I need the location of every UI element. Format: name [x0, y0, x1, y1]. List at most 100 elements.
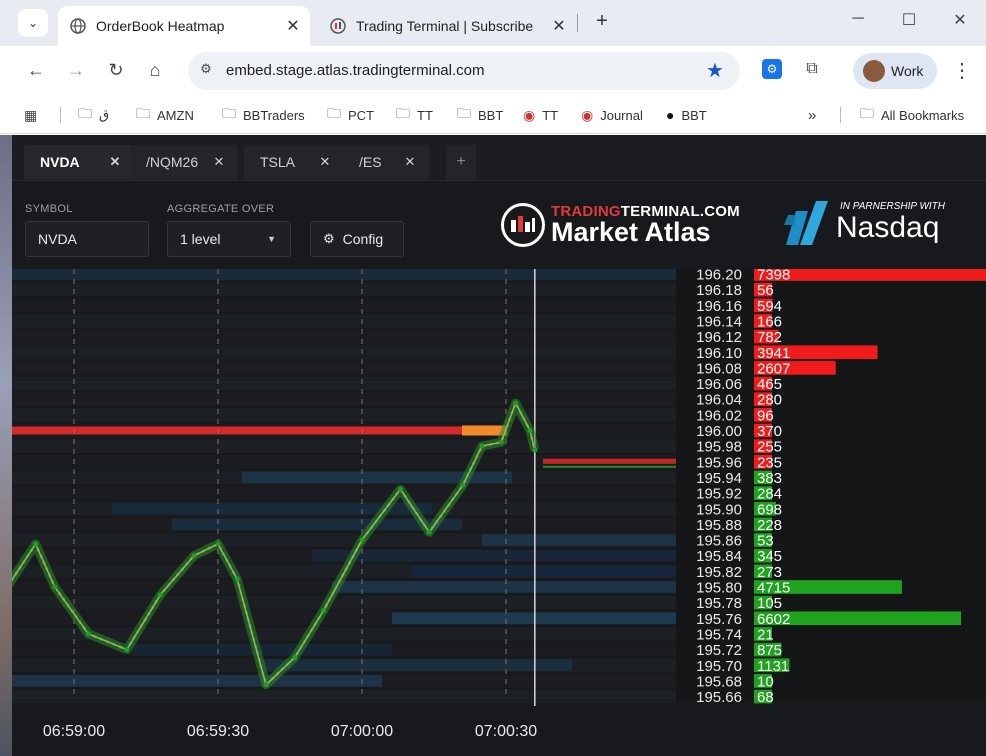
time-tick-label: 06:59:30	[187, 723, 249, 740]
browser-tab-orderbook[interactable]: OrderBook Heatmap ✕	[58, 6, 310, 46]
bookmark-link[interactable]: ◉ Journal	[581, 104, 643, 126]
heatmap-row	[12, 486, 676, 500]
symbol-tab-es[interactable]: /ES ✕	[343, 145, 429, 179]
bookmark-folder[interactable]: 🗀 AMZN	[136, 104, 194, 126]
heatmap-row	[12, 298, 676, 313]
config-button[interactable]: ⚙ Config	[310, 221, 404, 257]
price-point	[460, 482, 466, 488]
ladder-price: 196.04	[696, 392, 742, 409]
symbol-tab-nqm26[interactable]: /NQM26 ✕	[130, 145, 238, 179]
bookmark-folder[interactable]: 🗀 ق	[78, 104, 109, 126]
bookmark-folder[interactable]: 🗀 BBT	[457, 104, 503, 126]
bookmark-label: BBT	[478, 107, 504, 123]
trading-terminal-icon	[330, 18, 346, 34]
ladder-price: 195.78	[696, 595, 742, 612]
profile-button[interactable]: Work	[853, 53, 937, 89]
price-point	[85, 631, 91, 637]
extensions-puzzle-icon[interactable]: ⧉	[802, 59, 822, 79]
liquidity-streak	[12, 675, 382, 687]
ladder-price: 195.96	[696, 454, 742, 471]
close-symbol-tab-icon[interactable]: ✕	[106, 154, 124, 170]
add-symbol-tab-button[interactable]: +	[446, 145, 476, 179]
price-point	[292, 654, 298, 660]
symbol-input[interactable]: NVDA	[25, 221, 149, 257]
ladder-price: 195.80	[696, 580, 742, 597]
apps-grid-icon[interactable]: ▦	[24, 104, 44, 126]
bookmark-link[interactable]: ● BBT	[666, 104, 707, 126]
ladder-price: 196.16	[696, 298, 742, 315]
more-bookmarks-button[interactable]: »	[808, 104, 816, 126]
avatar	[863, 60, 885, 82]
folder-icon: 🗀	[396, 105, 410, 121]
price-point	[359, 537, 365, 543]
symbol-tabs: NVDA ✕ /NQM26 ✕ TSLA ✕ /ES ✕ +	[12, 135, 986, 181]
ladder-price: 195.66	[696, 689, 742, 706]
bookmark-folder[interactable]: 🗀 BBTraders	[222, 104, 305, 126]
maximize-icon[interactable]: ☐	[894, 10, 924, 30]
symbol-tab-tsla[interactable]: TSLA ✕	[244, 145, 344, 179]
price-point	[191, 553, 197, 559]
ladder-size: 96	[757, 407, 774, 424]
bookmark-label: TT	[542, 107, 559, 123]
ladder-price: 196.08	[696, 360, 742, 377]
ladder-size: 68	[757, 689, 774, 706]
close-tab-icon[interactable]: ✕	[282, 16, 304, 36]
symbol-tab-nvda[interactable]: NVDA ✕	[24, 145, 134, 179]
back-arrow-icon[interactable]: ←	[24, 58, 48, 82]
reload-icon[interactable]: ↻	[104, 58, 128, 82]
bookmark-star-icon[interactable]: ★	[706, 58, 724, 83]
ladder-size: 56	[757, 282, 774, 299]
bookmark-folder[interactable]: 🗀 TT	[396, 104, 433, 126]
bookmark-link[interactable]: ◉ TT	[523, 104, 558, 126]
dropdown-caret-icon: ▼	[267, 234, 276, 244]
tab-title: Trading Terminal | Subscribe	[356, 18, 534, 34]
browser-tab-trading-terminal[interactable]: Trading Terminal | Subscribe ✕	[318, 6, 576, 46]
folder-icon: 🗀	[78, 105, 92, 121]
site-settings-icon[interactable]: ⚙	[196, 61, 216, 77]
forward-arrow-icon[interactable]: →	[64, 58, 88, 82]
all-bookmarks-button[interactable]: 🗀 All Bookmarks	[860, 104, 964, 126]
extension-icon[interactable]: ⚙	[762, 59, 782, 79]
close-window-icon[interactable]: ✕	[945, 10, 975, 30]
heatmap-row	[12, 329, 676, 344]
liquidity-streak	[332, 581, 676, 593]
heatmap-row	[12, 595, 676, 610]
heatmap-row	[12, 392, 676, 407]
new-tab-button[interactable]: +	[590, 10, 614, 33]
bbt-icon: ●	[666, 107, 675, 123]
menu-kebab-icon[interactable]: ⋮	[952, 58, 972, 83]
price-point	[234, 576, 240, 582]
symbol-tab-label: /NQM26	[146, 154, 199, 170]
heatmap-row	[12, 282, 676, 297]
folder-icon: 🗀	[860, 105, 874, 121]
price-point	[527, 428, 533, 433]
ask-level-band	[543, 458, 676, 464]
browser-tab-strip: ⌄ OrderBook Heatmap ✕ Trading Terminal |…	[0, 0, 986, 46]
aggregate-select[interactable]: 1 level ▼	[167, 221, 291, 257]
market-atlas-app: NVDA ✕ /NQM26 ✕ TSLA ✕ /ES ✕ + SYMBOL NVDA A…	[12, 135, 986, 756]
close-symbol-tab-icon[interactable]: ✕	[401, 154, 419, 170]
ladder-size: 4715	[757, 580, 790, 597]
brand-title: Market Atlas	[551, 217, 711, 247]
close-symbol-tab-icon[interactable]: ✕	[210, 154, 228, 170]
heatmap-row	[12, 408, 676, 422]
price-point	[498, 439, 504, 445]
price-point	[426, 529, 432, 535]
bookmark-folder[interactable]: 🗀 PCT	[327, 104, 374, 126]
liquidity-streak	[12, 269, 676, 280]
ladder-price: 195.82	[696, 564, 742, 581]
tab-title: OrderBook Heatmap	[96, 18, 225, 34]
bookmark-label: BBT	[681, 107, 707, 123]
close-tab-icon[interactable]: ✕	[548, 16, 570, 36]
ladder-size: 370	[757, 423, 782, 440]
ladder-price: 195.74	[696, 626, 742, 643]
close-symbol-tab-icon[interactable]: ✕	[316, 154, 334, 170]
folder-icon: 🗀	[327, 105, 341, 121]
minimize-icon[interactable]: ─	[843, 10, 873, 28]
ladder-size: 1131	[757, 658, 789, 675]
tab-search-button[interactable]: ⌄	[18, 9, 48, 37]
liquidity-streak	[412, 565, 676, 578]
address-bar[interactable]: ⚙ embed.stage.atlas.tradingterminal.com …	[188, 52, 740, 90]
home-icon[interactable]: ⌂	[143, 58, 167, 82]
orderbook-heatmap-chart[interactable]: 06:59:00 06:59:30 07:00:00 07:00:30196.20 73…	[12, 269, 986, 756]
